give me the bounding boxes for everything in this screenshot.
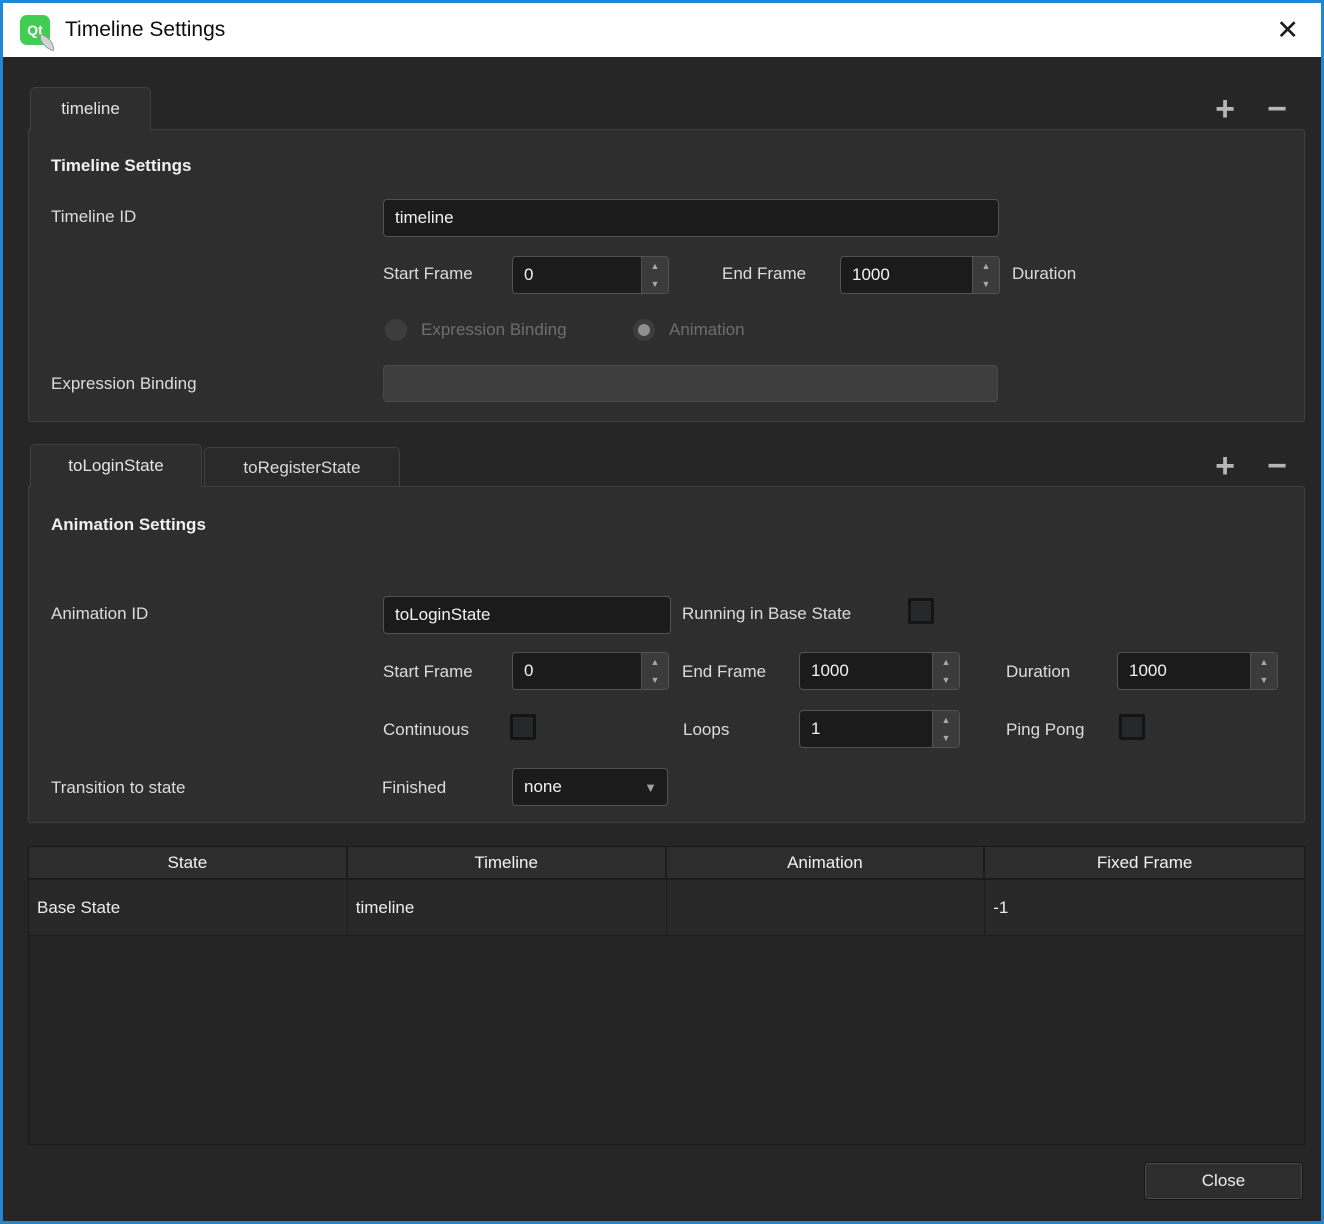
close-button-label: Close <box>1202 1171 1245 1191</box>
timeline-settings-heading: Timeline Settings <box>51 156 191 176</box>
start-frame-spin-buttons: ▲ ▼ <box>641 257 668 293</box>
cell-state[interactable]: Base State <box>29 880 348 935</box>
column-header-state: State <box>29 847 348 878</box>
timeline-panel: Timeline Settings Timeline ID timeline S… <box>28 129 1305 422</box>
qt-logo-icon: Qt <box>20 15 50 45</box>
animation-radio-label: Animation <box>669 320 745 340</box>
timeline-id-value: timeline <box>395 208 454 228</box>
expression-binding-input <box>383 365 998 402</box>
spin-buttons: ▲ ▼ <box>641 653 668 689</box>
tab-toregisterstate[interactable]: toRegisterState <box>204 447 400 487</box>
column-header-fixed-frame: Fixed Frame <box>985 847 1304 878</box>
spin-up-icon[interactable]: ▲ <box>1251 653 1277 671</box>
continuous-checkbox[interactable] <box>510 714 536 740</box>
spin-up-icon[interactable]: ▲ <box>642 257 668 275</box>
timeline-settings-dialog: Qt Timeline Settings ✕ timeline + − Time… <box>0 0 1324 1224</box>
cell-timeline[interactable]: timeline <box>348 880 667 935</box>
animation-end-frame-value[interactable]: 1000 <box>800 653 932 689</box>
running-in-base-state-label: Running in Base State <box>682 604 851 624</box>
table-row[interactable]: Base State timeline -1 <box>29 878 1304 936</box>
end-frame-label: End Frame <box>722 264 806 284</box>
transition-to-state-label: Transition to state <box>51 778 186 798</box>
animation-tab-controls: + − <box>1208 444 1294 487</box>
expression-binding-radio-label: Expression Binding <box>421 320 567 340</box>
animation-id-label: Animation ID <box>51 604 148 624</box>
spin-up-icon[interactable]: ▲ <box>933 653 959 671</box>
loops-spinbox[interactable]: 1 ▲ ▼ <box>799 710 960 748</box>
animation-id-value: toLoginState <box>395 605 490 625</box>
finished-combobox[interactable]: none ▼ <box>512 768 668 806</box>
tab-tologinstate[interactable]: toLoginState <box>30 444 202 487</box>
spin-buttons: ▲ ▼ <box>932 711 959 747</box>
animation-radio <box>633 319 655 341</box>
spin-up-icon[interactable]: ▲ <box>642 653 668 671</box>
running-in-base-state-checkbox[interactable] <box>908 598 934 624</box>
finished-value: none <box>524 777 562 797</box>
ping-pong-label: Ping Pong <box>1006 720 1084 740</box>
remove-animation-icon[interactable]: − <box>1260 449 1294 483</box>
timeline-tab-controls: + − <box>1208 87 1294 130</box>
end-frame-value[interactable]: 1000 <box>841 257 972 293</box>
dropdown-arrow-icon: ▼ <box>644 780 657 795</box>
animation-start-frame-spinbox[interactable]: 0 ▲ ▼ <box>512 652 669 690</box>
animation-duration-spinbox[interactable]: 1000 ▲ ▼ <box>1117 652 1278 690</box>
state-table-header: State Timeline Animation Fixed Frame <box>29 847 1304 878</box>
state-table: State Timeline Animation Fixed Frame Bas… <box>28 846 1305 1145</box>
close-button[interactable]: Close <box>1144 1162 1303 1200</box>
timeline-id-label: Timeline ID <box>51 207 136 227</box>
timeline-tab-bar: timeline + − <box>28 87 1302 130</box>
column-header-animation: Animation <box>667 847 986 878</box>
spin-down-icon[interactable]: ▼ <box>642 275 668 293</box>
window-title: Timeline Settings <box>65 18 225 42</box>
spin-down-icon[interactable]: ▼ <box>642 671 668 689</box>
animation-id-input[interactable]: toLoginState <box>383 596 671 634</box>
animation-panel: Animation Settings Animation ID toLoginS… <box>28 486 1305 823</box>
tab-tologinstate-label: toLoginState <box>68 456 163 476</box>
add-timeline-icon[interactable]: + <box>1208 92 1242 126</box>
column-header-timeline: Timeline <box>348 847 667 878</box>
animation-start-frame-value[interactable]: 0 <box>513 653 641 689</box>
start-frame-label: Start Frame <box>383 662 473 682</box>
animation-settings-heading: Animation Settings <box>51 515 206 535</box>
spin-buttons: ▲ ▼ <box>932 653 959 689</box>
tab-timeline[interactable]: timeline <box>30 87 151 130</box>
spin-up-icon[interactable]: ▲ <box>933 711 959 729</box>
duration-label: Duration <box>1012 264 1076 284</box>
cell-fixed-frame[interactable]: -1 <box>985 880 1304 935</box>
duration-label: Duration <box>1006 662 1070 682</box>
expression-binding-radio <box>385 319 407 341</box>
timeline-id-input[interactable]: timeline <box>383 199 999 237</box>
end-frame-spinbox[interactable]: 1000 ▲ ▼ <box>840 256 1000 294</box>
ping-pong-checkbox[interactable] <box>1119 714 1145 740</box>
start-frame-spinbox[interactable]: 0 ▲ ▼ <box>512 256 669 294</box>
cell-animation[interactable] <box>667 880 986 935</box>
tab-timeline-label: timeline <box>61 99 120 119</box>
titlebar: Qt Timeline Settings ✕ <box>3 3 1321 57</box>
animation-end-frame-spinbox[interactable]: 1000 ▲ ▼ <box>799 652 960 690</box>
spin-down-icon[interactable]: ▼ <box>933 671 959 689</box>
close-icon[interactable]: ✕ <box>1276 17 1299 44</box>
expression-binding-label: Expression Binding <box>51 374 197 394</box>
spin-down-icon[interactable]: ▼ <box>973 275 999 293</box>
spin-buttons: ▲ ▼ <box>1250 653 1277 689</box>
animation-duration-value[interactable]: 1000 <box>1118 653 1250 689</box>
spin-down-icon[interactable]: ▼ <box>933 729 959 747</box>
tab-toregisterstate-label: toRegisterState <box>243 458 360 478</box>
end-frame-label: End Frame <box>682 662 766 682</box>
start-frame-label: Start Frame <box>383 264 473 284</box>
spin-down-icon[interactable]: ▼ <box>1251 671 1277 689</box>
add-animation-icon[interactable]: + <box>1208 449 1242 483</box>
loops-value[interactable]: 1 <box>800 711 932 747</box>
remove-timeline-icon[interactable]: − <box>1260 92 1294 126</box>
continuous-label: Continuous <box>383 720 469 740</box>
start-frame-value[interactable]: 0 <box>513 257 641 293</box>
spin-up-icon[interactable]: ▲ <box>973 257 999 275</box>
animation-tab-bar: toLoginState toRegisterState + − <box>28 444 1302 487</box>
loops-label: Loops <box>683 720 729 740</box>
finished-label: Finished <box>382 778 446 798</box>
end-frame-spin-buttons: ▲ ▼ <box>972 257 999 293</box>
